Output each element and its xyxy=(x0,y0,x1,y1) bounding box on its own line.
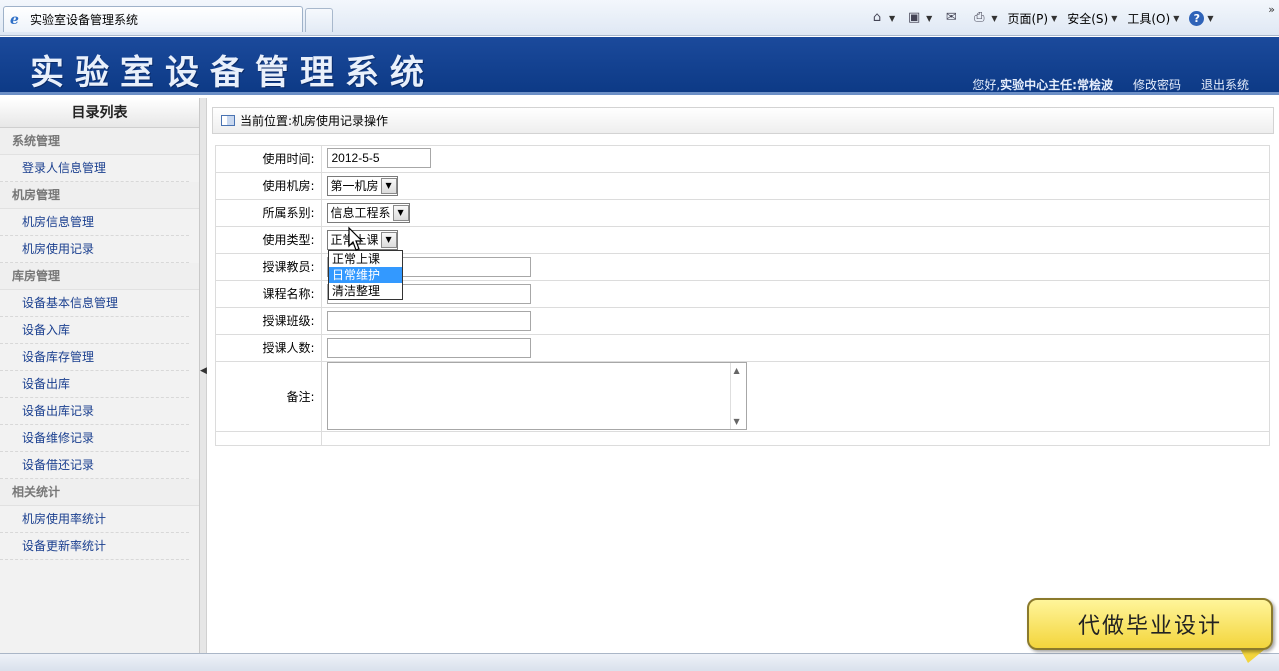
sidebar-item-update-rate-stats[interactable]: 设备更新率统计 xyxy=(0,533,189,560)
sidebar-item-room-usage-stats[interactable]: 机房使用率统计 xyxy=(0,506,189,533)
page-menu-label: 页面(P) xyxy=(1007,11,1049,26)
sidebar: 目录列表 系统管理 登录人信息管理 机房管理 机房信息管理 机房使用记录 库房管… xyxy=(0,98,200,653)
remark-label: 备注: xyxy=(215,361,322,432)
sidebar-item-inventory[interactable]: 设备库存管理 xyxy=(0,344,189,371)
user-greeting: 您好,实验中心主任:常桧波 xyxy=(972,76,1113,93)
home-button[interactable]: ⌂ ▼ xyxy=(868,10,895,26)
browser-statusbar xyxy=(0,653,1279,671)
textarea-scrollbar[interactable]: ▲ ▼ xyxy=(729,363,746,429)
chevron-down-icon[interactable]: ▼ xyxy=(380,231,397,248)
change-password-link[interactable]: 修改密码 xyxy=(1133,76,1181,93)
mail-button[interactable]: ✉ xyxy=(942,10,960,26)
chevron-down-icon: ▼ xyxy=(991,13,998,23)
count-input[interactable] xyxy=(326,337,531,358)
empty-value-cell xyxy=(321,431,1270,446)
print-button[interactable]: ⎙ ▼ xyxy=(970,10,997,26)
safety-menu[interactable]: 安全(S) ▼ xyxy=(1067,10,1117,27)
remark-textarea[interactable]: ▲ ▼ xyxy=(326,362,747,430)
sidebar-group-stats[interactable]: 相关统计 xyxy=(0,479,199,506)
class-label: 授课班级: xyxy=(215,307,322,335)
breadcrumb-label: 当前位置: xyxy=(240,114,293,128)
help-icon: ? xyxy=(1189,10,1205,26)
mail-icon: ✉ xyxy=(945,10,957,25)
use-type-label: 使用类型: xyxy=(215,226,322,254)
tab-title: 实验室设备管理系统 xyxy=(30,13,139,27)
chevron-down-icon: ▼ xyxy=(926,13,933,23)
user-area: 您好,实验中心主任:常桧波 修改密码 退出系统 xyxy=(972,76,1249,93)
use-type-dropdown-list: 正常上课 日常维护 清洁整理 xyxy=(328,250,403,300)
teacher-label: 授课教员: xyxy=(215,253,322,281)
greeting-text: 您好, xyxy=(972,78,1001,92)
sidebar-item-borrow-records[interactable]: 设备借还记录 xyxy=(0,452,189,479)
department-select-value: 信息工程系 xyxy=(330,206,391,220)
chevron-down-icon: ▼ xyxy=(1173,13,1180,23)
scroll-up-icon[interactable]: ▲ xyxy=(734,366,740,375)
logout-link[interactable]: 退出系统 xyxy=(1201,76,1249,93)
more-chevron-icon[interactable]: » xyxy=(1268,3,1275,16)
class-input[interactable] xyxy=(326,310,531,331)
sidebar-item-equipment-info[interactable]: 设备基本信息管理 xyxy=(0,290,189,317)
use-type-option[interactable]: 清洁整理 xyxy=(329,283,402,299)
tools-menu-label: 工具(O) xyxy=(1127,11,1171,26)
chevron-down-icon: ▼ xyxy=(1111,13,1118,23)
app-header: 实验室设备管理系统 您好,实验中心主任:常桧波 修改密码 退出系统 xyxy=(0,37,1279,95)
mouse-cursor-icon xyxy=(348,226,364,251)
chevron-down-icon: ▼ xyxy=(1207,13,1214,23)
use-type-option-highlighted[interactable]: 日常维护 xyxy=(329,267,402,283)
safety-menu-label: 安全(S) xyxy=(1067,11,1109,26)
sidebar-group-rooms[interactable]: 机房管理 xyxy=(0,182,199,209)
new-tab-button[interactable] xyxy=(305,8,333,32)
tools-menu[interactable]: 工具(O) ▼ xyxy=(1127,10,1179,27)
browser-tab[interactable]: e 实验室设备管理系统 xyxy=(3,6,303,32)
help-menu[interactable]: ? ▼ xyxy=(1189,10,1214,26)
sidebar-group-system[interactable]: 系统管理 xyxy=(0,128,199,155)
sidebar-item-equipment-out[interactable]: 设备出库 xyxy=(0,371,189,398)
sidebar-item-room-usage[interactable]: 机房使用记录 xyxy=(0,236,189,263)
collapse-left-icon[interactable]: ◀ xyxy=(200,366,207,376)
empty-label-cell xyxy=(215,431,322,446)
department-select[interactable]: 信息工程系 ▼ xyxy=(326,202,410,223)
scroll-down-icon[interactable]: ▼ xyxy=(734,417,740,426)
sidebar-splitter[interactable]: ◀ xyxy=(200,98,207,653)
home-icon: ⌂ xyxy=(872,10,882,25)
breadcrumb: 当前位置: 机房使用记录操作 xyxy=(212,107,1274,134)
chevron-down-icon[interactable]: ▼ xyxy=(380,177,397,194)
count-label: 授课人数: xyxy=(215,334,322,362)
page-icon xyxy=(221,115,235,126)
room-select-value: 第一机房 xyxy=(330,179,379,193)
sidebar-item-room-info[interactable]: 机房信息管理 xyxy=(0,209,189,236)
current-user: 实验中心主任:常桧波 xyxy=(1000,78,1113,92)
ie-logo-icon: e xyxy=(10,11,19,28)
sidebar-title: 目录列表 xyxy=(0,98,199,128)
browser-toolbar: e 实验室设备管理系统 ⌂ ▼ ▣ ▼ ✉ ⎙ ▼ 页面(P) ▼ 安全(S) ▼ 工具(… xyxy=(0,0,1279,36)
feeds-button[interactable]: ▣ ▼ xyxy=(905,10,932,26)
breadcrumb-path: 机房使用记录操作 xyxy=(292,114,389,128)
rss-icon: ▣ xyxy=(908,10,921,25)
use-type-option[interactable]: 正常上课 xyxy=(329,251,402,267)
sidebar-item-repair-records[interactable]: 设备维修记录 xyxy=(0,425,189,452)
department-label: 所属系别: xyxy=(215,199,322,227)
room-label: 使用机房: xyxy=(215,172,322,200)
sidebar-item-login-users[interactable]: 登录人信息管理 xyxy=(0,155,189,182)
use-time-input[interactable] xyxy=(326,148,431,169)
room-select[interactable]: 第一机房 ▼ xyxy=(326,175,398,196)
sidebar-group-warehouse[interactable]: 库房管理 xyxy=(0,263,199,290)
sidebar-item-out-records[interactable]: 设备出库记录 xyxy=(0,398,189,425)
system-title: 实验室设备管理系统 xyxy=(30,53,435,93)
chevron-down-icon: ▼ xyxy=(889,13,896,23)
sidebar-item-equipment-in[interactable]: 设备入库 xyxy=(0,317,189,344)
chevron-down-icon: ▼ xyxy=(1051,13,1058,23)
command-bar: ⌂ ▼ ▣ ▼ ✉ ⎙ ▼ 页面(P) ▼ 安全(S) ▼ 工具(O) ▼ ? ▼ xyxy=(868,8,1224,28)
promo-badge[interactable]: 代做毕业设计 xyxy=(1027,598,1273,650)
use-time-label: 使用时间: xyxy=(215,145,322,173)
page-menu[interactable]: 页面(P) ▼ xyxy=(1007,10,1057,27)
course-label: 课程名称: xyxy=(215,280,322,308)
chevron-down-icon[interactable]: ▼ xyxy=(392,204,409,221)
main-content: 当前位置: 机房使用记录操作 使用时间: 使用机房: 第一机房▼ 所属系别: 信… xyxy=(208,98,1279,653)
printer-icon: ⎙ xyxy=(974,10,985,25)
